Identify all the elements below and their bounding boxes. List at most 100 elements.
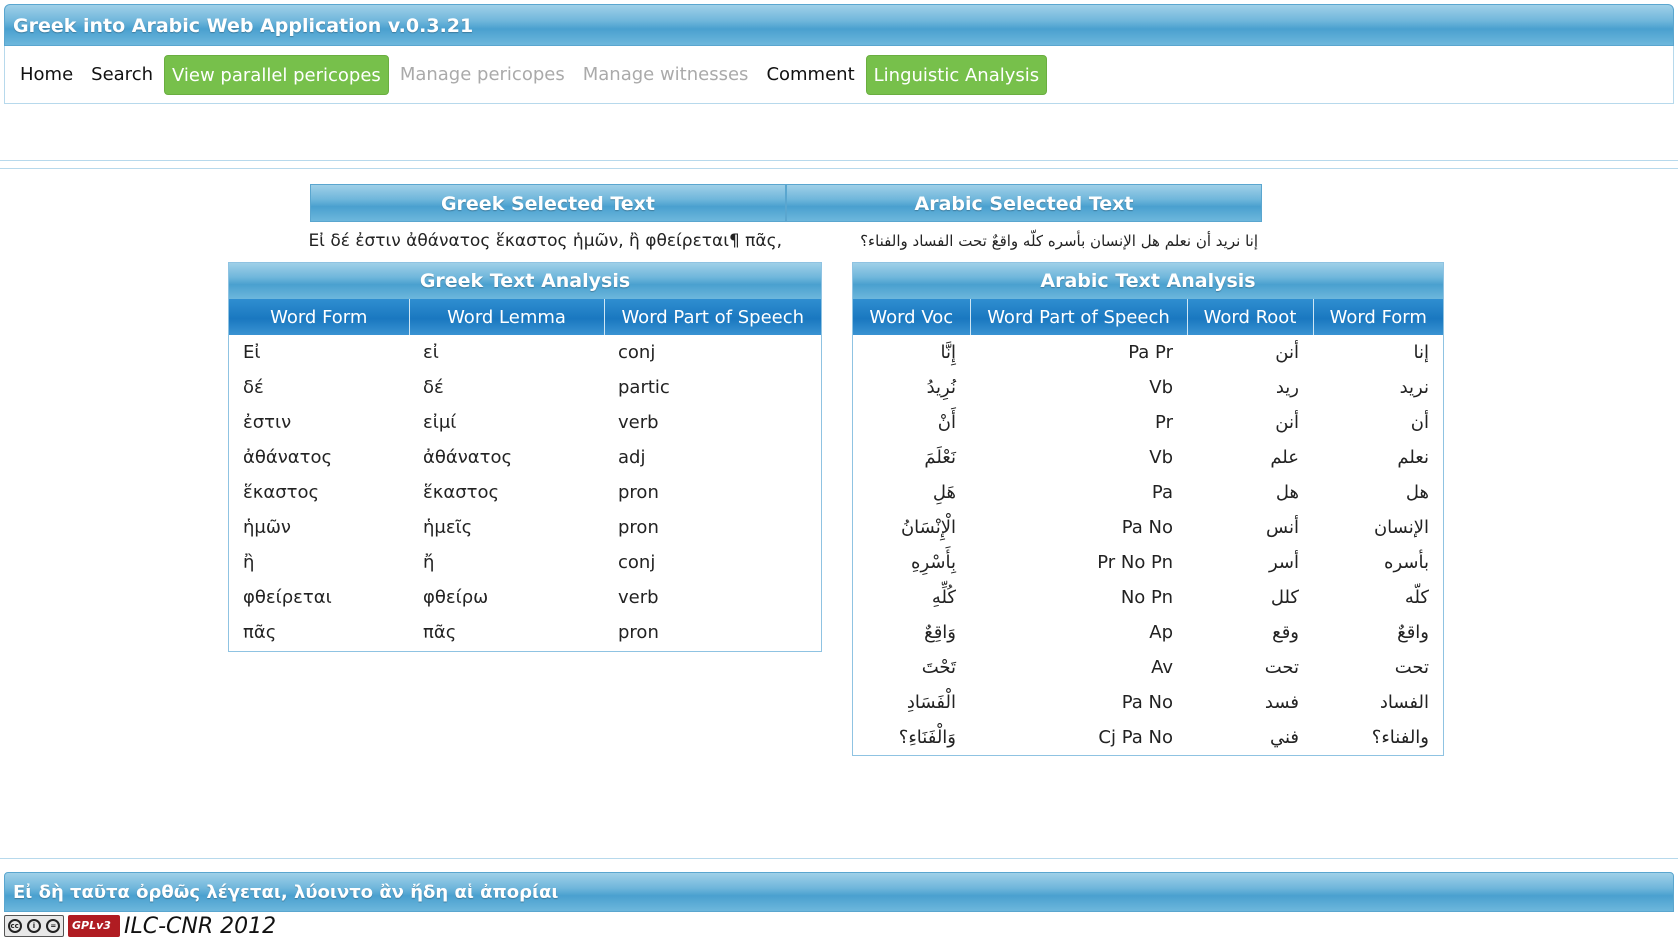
column-header: Word Voc <box>853 299 971 335</box>
table-cell: تحت <box>1264 657 1299 678</box>
table-cell: فني <box>1269 727 1299 748</box>
column-header: Word Root <box>1187 299 1314 335</box>
greek-selected-text: Εἰ δέ ἐστιν ἀθάνατος ἕκαστος ἡμῶν, ἢ φθε… <box>308 231 782 251</box>
table-row: πᾶς πᾶς pron <box>229 615 821 650</box>
nav-manage-pericopes[interactable]: Manage pericopes <box>393 55 572 95</box>
app-title: Greek into Arabic Web Application v.0.3.… <box>13 15 474 37</box>
table-cell: واقعٌ <box>1397 622 1429 643</box>
table-row: إِنَّا Pa Pr أنن إنا <box>853 335 1443 370</box>
table-cell: ἀθάνατος <box>243 447 333 468</box>
table-cell: verb <box>618 587 659 608</box>
table-cell: Pr No Pn <box>1097 552 1173 573</box>
nav-search[interactable]: Search <box>84 55 160 95</box>
table-cell: كلّه <box>1404 587 1429 608</box>
table-cell: pron <box>618 622 659 643</box>
gpl-label: GPLv3 <box>72 919 111 932</box>
table-row: ἀθάνατος ἀθάνατος adj <box>229 440 821 475</box>
arabic-analysis-panel: Arabic Text Analysis Word Voc Word Part o… <box>852 262 1444 756</box>
table-cell: أنن <box>1275 412 1299 433</box>
table-cell: أنن <box>1275 342 1299 363</box>
table-cell: الْإِنْسَانُ <box>900 517 956 538</box>
table-cell: ἢ <box>243 552 255 573</box>
divider <box>0 858 1678 859</box>
table-cell: بِأَسْرِهِ <box>911 552 956 573</box>
nav-manage-witnesses[interactable]: Manage witnesses <box>576 55 756 95</box>
table-cell: نُرِيدُ <box>926 377 956 398</box>
table-row: الْإِنْسَانُ Pa No أنس الإنسان <box>853 510 1443 545</box>
table-cell: ἐστιν <box>243 412 292 433</box>
table-cell: πᾶς <box>243 622 277 643</box>
table-row: ἡμῶν ἡμεῖς pron <box>229 510 821 545</box>
table-row: Εἰ εἰ conj <box>229 335 821 370</box>
table-cell: pron <box>618 517 659 538</box>
table-cell: pron <box>618 482 659 503</box>
table-cell: علم <box>1270 447 1299 468</box>
table-cell: partic <box>618 377 670 398</box>
table-row: ἐστιν εἰμί verb <box>229 405 821 440</box>
table-cell: كلل <box>1270 587 1299 608</box>
table-cell: كُلِّهِ <box>931 587 956 608</box>
arabic-selected-header-label: Arabic Selected Text <box>914 193 1134 215</box>
table-row: نَعْلَمَ Vb علم نعلم <box>853 440 1443 475</box>
cc-by-sa-icon[interactable]: cc i = <box>4 915 64 937</box>
table-cell: Vb <box>1149 447 1173 468</box>
table-cell: وقع <box>1272 622 1299 643</box>
table-cell: والفناء؟ <box>1371 727 1429 748</box>
table-cell: Cj Pa No <box>1098 727 1173 748</box>
credits: cc i = GPLv3 ILC-CNR 2012 <box>4 913 276 939</box>
table-row: φθείρεται φθείρω verb <box>229 580 821 615</box>
table-cell: فسد <box>1264 692 1299 713</box>
table-cell: πᾶς <box>423 622 457 643</box>
table-cell: تَحْتَ <box>921 657 956 678</box>
table-cell: أنس <box>1266 517 1299 538</box>
table-cell: εἰμί <box>423 412 457 433</box>
table-cell: Av <box>1151 657 1173 678</box>
divider <box>0 160 1678 161</box>
table-cell: Pr <box>1155 412 1173 433</box>
table-cell: Pa <box>1151 482 1173 503</box>
table-cell: εἰ <box>423 342 439 363</box>
table-cell: δέ <box>423 377 444 398</box>
greek-selected-header-label: Greek Selected Text <box>440 193 656 215</box>
column-header: Word Lemma <box>409 299 605 335</box>
table-cell: φθείρω <box>423 587 489 608</box>
footer-banner-text: Εἰ δὴ ταῦτα ὀρθῶς λέγεται, λύοιντο ἂν ἤδ… <box>13 882 559 903</box>
credit-text: ILC-CNR 2012 <box>124 913 277 939</box>
table-cell: إِنَّا <box>940 342 957 363</box>
table-cell: ريد <box>1275 377 1299 398</box>
table-cell: الفساد <box>1379 692 1429 713</box>
table-cell: نعلم <box>1397 447 1429 468</box>
table-cell: Ap <box>1149 622 1173 643</box>
table-cell: Pa No <box>1121 517 1173 538</box>
divider <box>0 168 1678 169</box>
table-cell: أَنْ <box>937 412 956 433</box>
footer-banner: Εἰ δὴ ταῦτα ὀρθῶς λέγεται, λύοιντο ἂν ἤδ… <box>4 872 1674 912</box>
greek-analysis-panel: Greek Text Analysis Word Form Word Lemma W… <box>228 262 822 652</box>
arabic-analysis-title: Arabic Text Analysis <box>853 263 1443 299</box>
column-header: Word Form <box>1313 299 1443 335</box>
nav-linguistic-analysis[interactable]: Linguistic Analysis <box>865 54 1048 95</box>
table-cell: نَعْلَمَ <box>924 447 956 468</box>
gpl-icon[interactable]: GPLv3 <box>68 915 120 937</box>
arabic-analysis-table: Word Voc Word Part of Speech Word Root Word… <box>853 299 1443 755</box>
nav-comment[interactable]: Comment <box>759 55 861 95</box>
table-cell: conj <box>618 552 656 573</box>
table-row: ἕκαστος ἕκαστος pron <box>229 475 821 510</box>
table-cell: الإنسان <box>1373 517 1429 538</box>
greek-analysis-table: Word Form Word Lemma Word Part of Speech Ε… <box>229 299 821 650</box>
table-row: الْفَسَادِ Pa No فسد الفساد <box>853 685 1443 720</box>
table-cell: No Pn <box>1120 587 1173 608</box>
table-cell: verb <box>618 412 659 433</box>
column-header: Word Part of Speech <box>604 299 821 335</box>
nav-view-parallel-pericopes[interactable]: View parallel pericopes <box>164 54 389 95</box>
table-cell: Pa No <box>1121 692 1173 713</box>
nav-home[interactable]: Home <box>13 55 80 95</box>
table-row: كُلِّهِ No Pn كلل كلّه <box>853 580 1443 615</box>
table-cell: هل <box>1405 482 1429 503</box>
table-cell: ἤ <box>423 552 435 573</box>
greek-analysis-title: Greek Text Analysis <box>229 263 821 299</box>
table-cell: هل <box>1275 482 1299 503</box>
table-cell: تحت <box>1394 657 1429 678</box>
table-row: وَالْفَنَاءِ؟ Cj Pa No فني والفناء؟ <box>853 720 1443 755</box>
table-row: بِأَسْرِهِ Pr No Pn أسر بأسره <box>853 545 1443 580</box>
